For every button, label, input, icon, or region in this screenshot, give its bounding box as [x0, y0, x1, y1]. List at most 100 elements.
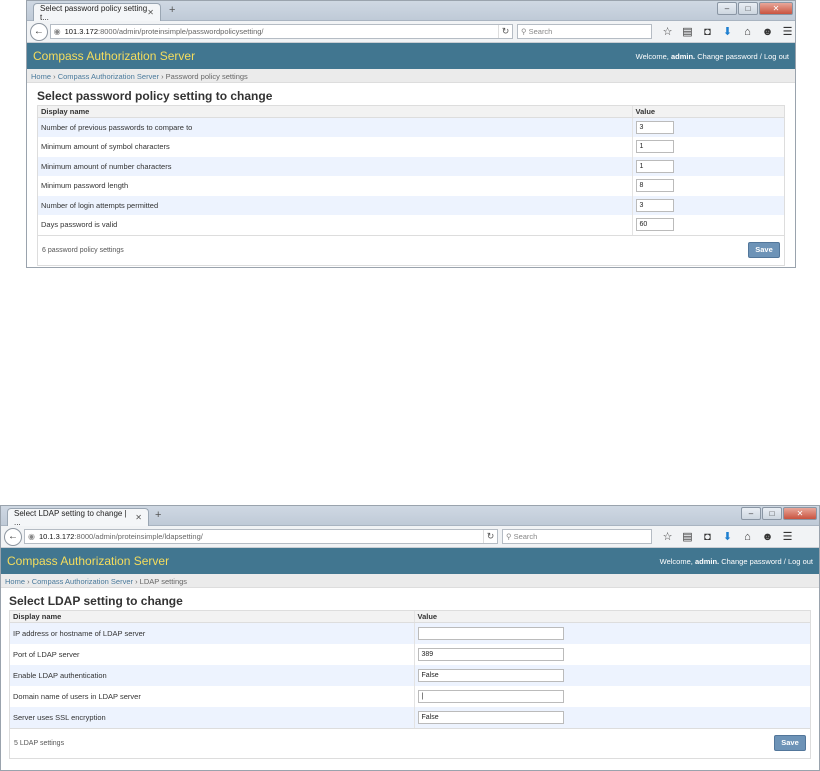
chat-icon[interactable]: ☻ — [760, 26, 775, 38]
row-display-name[interactable]: Domain name of users in LDAP server — [10, 686, 414, 707]
row-display-name[interactable]: Server uses SSL encryption — [10, 706, 414, 728]
window-controls: – □ ✕ — [741, 507, 817, 520]
logout-link[interactable]: Log out — [764, 52, 789, 61]
menu-icon[interactable]: ☰ — [780, 25, 795, 38]
library-icon[interactable]: ▤ — [680, 25, 695, 38]
table-row: Domain name of users in LDAP server | — [10, 685, 810, 707]
menu-icon[interactable]: ☰ — [780, 530, 795, 543]
row-display-name[interactable]: Minimum password length — [38, 176, 632, 196]
app-header: Compass Authorization Server Welcome, ad… — [1, 548, 819, 574]
table-row: Minimum amount of number characters 1 — [38, 156, 784, 176]
pocket-icon[interactable]: ◘ — [700, 531, 715, 543]
search-icon: ⚲ — [506, 532, 514, 541]
value-input[interactable]: 3 — [635, 198, 674, 212]
breadcrumb-home[interactable]: Home — [5, 577, 25, 586]
download-icon[interactable]: ⬇ — [720, 25, 735, 38]
row-display-name[interactable]: Enable LDAP authentication — [10, 664, 414, 686]
results-table: Display name Value IP address or hostnam… — [9, 610, 811, 759]
address-bar[interactable]: ◉ 10.1.3.172 :8000/admin/proteinsimple/l… — [24, 529, 498, 544]
logout-link[interactable]: Log out — [788, 557, 813, 566]
column-header-value[interactable]: Value — [413, 611, 810, 623]
table-row: Number of previous passwords to compare … — [38, 117, 784, 137]
value-input[interactable]: False — [417, 710, 564, 724]
value-input[interactable]: | — [417, 689, 564, 703]
maximize-icon[interactable]: □ — [762, 507, 782, 520]
library-icon[interactable]: ▤ — [680, 530, 695, 543]
site-info-icon[interactable]: ◉ — [28, 532, 35, 541]
row-display-name[interactable]: Minimum amount of symbol characters — [38, 137, 632, 157]
save-button[interactable]: Save — [774, 735, 806, 751]
row-display-name[interactable]: Port of LDAP server — [10, 644, 414, 665]
row-display-name[interactable]: IP address or hostname of LDAP server — [10, 622, 414, 644]
column-header-display-name[interactable]: Display name — [10, 611, 414, 623]
search-input[interactable]: ⚲ Search — [517, 24, 652, 39]
url-host: 101.3.172 — [64, 27, 98, 36]
reload-icon[interactable]: ↻ — [483, 530, 497, 543]
new-tab-icon[interactable]: + — [155, 509, 161, 521]
breadcrumb-current: LDAP settings — [139, 577, 188, 586]
change-password-link[interactable]: Change password — [721, 557, 781, 566]
result-count: 5 LDAP settings — [14, 739, 65, 747]
browser-tab[interactable]: Select password policy setting t... ✕ — [33, 3, 161, 22]
row-display-name[interactable]: Number of previous passwords to compare … — [38, 117, 632, 137]
save-button[interactable]: Save — [748, 242, 780, 258]
value-input[interactable]: 3 — [635, 121, 674, 134]
user-tools: Welcome, admin. Change password / Log ou… — [660, 557, 813, 566]
content: Select password policy setting to change… — [27, 83, 795, 266]
back-arrow-icon[interactable]: ← — [30, 22, 48, 41]
value-input[interactable]: 1 — [635, 159, 674, 173]
browser-window-ldap: Select LDAP setting to change | ... ✕ + … — [0, 505, 820, 771]
breadcrumb: Home › Compass Authorization Server › LD… — [1, 574, 819, 588]
browser-window-password-policy: Select password policy setting t... ✕ + … — [26, 0, 796, 268]
close-tab-icon[interactable]: ✕ — [135, 513, 142, 522]
value-input[interactable]: 1 — [635, 140, 674, 154]
minimize-icon[interactable]: – — [717, 2, 737, 15]
close-window-icon[interactable]: ✕ — [759, 2, 793, 15]
column-header-value[interactable]: Value — [631, 106, 784, 118]
bookmark-star-icon[interactable]: ☆ — [660, 25, 675, 38]
minimize-icon[interactable]: – — [741, 507, 761, 520]
breadcrumb-home[interactable]: Home — [31, 72, 51, 81]
address-bar[interactable]: ◉ 101.3.172 :8000/admin/proteinsimple/pa… — [49, 24, 514, 39]
back-arrow-icon[interactable]: ← — [4, 527, 22, 546]
breadcrumb-app[interactable]: Compass Authorization Server — [32, 577, 133, 586]
username: admin. — [670, 51, 696, 61]
value-input[interactable] — [417, 626, 564, 640]
download-icon[interactable]: ⬇ — [720, 530, 735, 543]
maximize-icon[interactable]: □ — [738, 2, 758, 15]
site-info-icon[interactable]: ◉ — [54, 27, 61, 36]
value-input[interactable]: 389 — [417, 647, 564, 661]
pocket-icon[interactable]: ◘ — [700, 26, 715, 38]
home-icon[interactable]: ⌂ — [740, 26, 755, 38]
home-icon[interactable]: ⌂ — [740, 531, 755, 543]
search-placeholder: Search — [528, 27, 553, 36]
value-input[interactable]: 8 — [635, 179, 674, 193]
value-input[interactable]: 60 — [635, 218, 674, 232]
browser-tab[interactable]: Select LDAP setting to change | ... ✕ — [7, 508, 149, 527]
new-tab-icon[interactable]: + — [169, 4, 175, 16]
changelist-footer: 5 LDAP settings Save — [10, 727, 810, 758]
change-password-link[interactable]: Change password — [697, 52, 757, 61]
site-brand[interactable]: Compass Authorization Server — [7, 554, 169, 568]
column-header-display-name[interactable]: Display name — [38, 106, 632, 118]
value-input[interactable]: False — [417, 668, 564, 682]
app-header: Compass Authorization Server Welcome, ad… — [27, 43, 795, 69]
site-brand[interactable]: Compass Authorization Server — [33, 49, 195, 63]
chat-icon[interactable]: ☻ — [760, 531, 775, 543]
breadcrumb-app[interactable]: Compass Authorization Server — [58, 72, 159, 81]
reload-icon[interactable]: ↻ — [498, 25, 512, 38]
table-row: Number of login attempts permitted 3 — [38, 195, 784, 215]
close-window-icon[interactable]: ✕ — [783, 507, 817, 520]
welcome-text: Welcome, — [635, 51, 669, 61]
bookmark-star-icon[interactable]: ☆ — [660, 530, 675, 543]
row-display-name[interactable]: Minimum amount of number characters — [38, 156, 632, 176]
page-title: Select password policy setting to change — [37, 89, 273, 103]
url-host: 10.1.3.172 — [38, 532, 75, 541]
close-tab-icon[interactable]: ✕ — [147, 8, 154, 17]
row-display-name[interactable]: Days password is valid — [38, 215, 632, 235]
result-count: 6 password policy settings — [42, 246, 124, 254]
table-row: Server uses SSL encryption False — [10, 706, 810, 728]
search-input[interactable]: ⚲ Search — [502, 529, 652, 544]
row-display-name[interactable]: Number of login attempts permitted — [38, 195, 632, 215]
search-placeholder: Search — [513, 532, 538, 541]
